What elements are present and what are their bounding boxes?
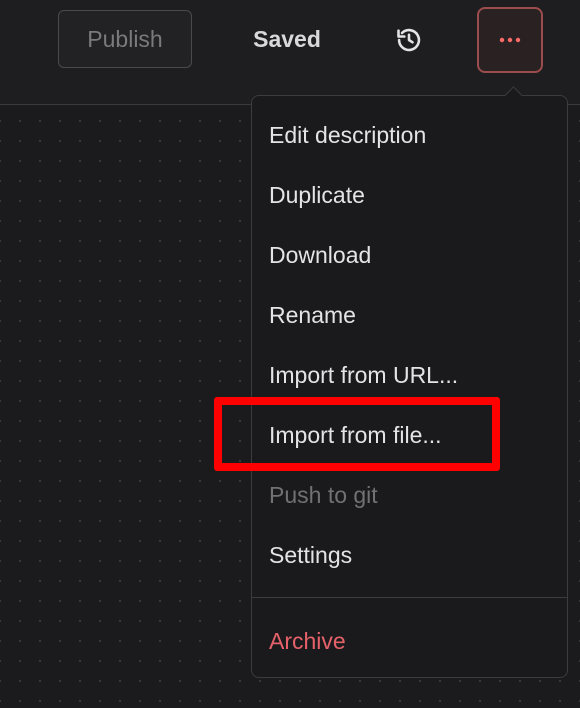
publish-button[interactable]: Publish bbox=[58, 10, 192, 68]
menu-item-duplicate[interactable]: Duplicate bbox=[269, 175, 365, 215]
menu-item-archive[interactable]: Archive bbox=[269, 621, 346, 661]
menu-item-rename[interactable]: Rename bbox=[269, 295, 356, 335]
menu-divider bbox=[252, 597, 567, 598]
menu-item-import-from-file[interactable]: Import from file... bbox=[269, 415, 442, 455]
more-horizontal-icon bbox=[499, 37, 521, 43]
menu-item-settings[interactable]: Settings bbox=[269, 535, 352, 575]
more-options-button[interactable] bbox=[477, 7, 543, 73]
menu-item-download[interactable]: Download bbox=[269, 235, 371, 275]
menu-item-push-to-git: Push to git bbox=[269, 481, 378, 508]
more-options-menu: Edit description Duplicate Download Rena… bbox=[251, 95, 568, 678]
save-status: Saved bbox=[253, 25, 321, 52]
menu-item-edit-description[interactable]: Edit description bbox=[269, 115, 426, 155]
history-icon bbox=[397, 28, 421, 52]
top-toolbar: Publish Saved bbox=[0, 0, 580, 105]
history-button[interactable] bbox=[390, 22, 428, 58]
menu-item-import-from-url[interactable]: Import from URL... bbox=[269, 355, 458, 395]
editor-page: Publish Saved Edit description Duplicate… bbox=[0, 0, 580, 708]
